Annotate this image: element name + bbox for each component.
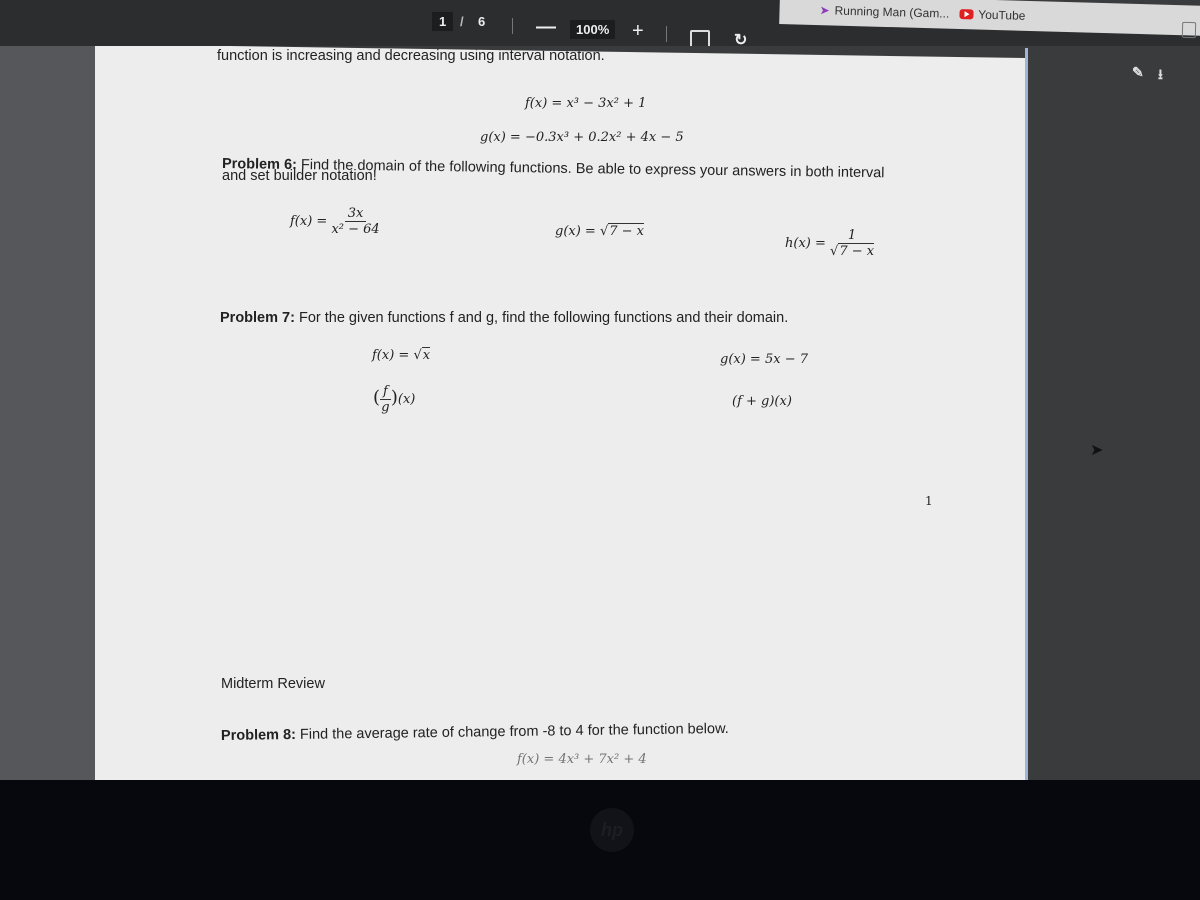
page-edge	[1025, 48, 1028, 788]
quotient-suffix: (x)	[397, 392, 416, 407]
radicand: 7 − x	[838, 243, 875, 259]
fraction-denominator: g	[381, 400, 390, 415]
total-pages: 6	[478, 14, 486, 29]
problem6-g-lhs: g(x) = √	[555, 224, 609, 239]
page-header: Midterm Review	[221, 676, 325, 692]
pdf-page-1: function is increasing and decreasing us…	[95, 44, 1025, 602]
problem5-f-equation: f(x) = x³ − 3x² + 1	[525, 96, 647, 111]
pen-icon[interactable]: ✎	[1132, 64, 1144, 81]
bookmark-label: Running Man (Gam...	[834, 3, 950, 21]
fraction-numerator: 1	[844, 228, 860, 244]
problem6-f-fraction: 3x x² − 64	[331, 206, 379, 237]
bookmark-youtube[interactable]: YouTube	[959, 7, 1026, 23]
problem7-f-lhs: f(x) = √	[372, 348, 422, 363]
problem6-text-line2: and set builder notation!	[222, 168, 377, 184]
radicand: 7 − x	[608, 223, 645, 239]
mouse-cursor-icon: ➤	[1090, 442, 1104, 459]
radicand: x	[421, 347, 431, 363]
fraction-denominator: √7 − x	[830, 243, 875, 259]
problem8-text: Find the average rate of change from -8 …	[295, 720, 729, 743]
zoom-out-button[interactable]: —	[536, 16, 556, 39]
intro-line: function is increasing and decreasing us…	[217, 48, 605, 64]
quotient-fraction: fg	[380, 384, 391, 415]
problem5-g-equation: g(x) = −0.3x³ + 0.2x² + 4x − 5	[480, 130, 684, 145]
problem6-g: g(x) = √7 − x	[555, 223, 645, 239]
problem7-text: For the given functions f and g, find th…	[294, 310, 789, 326]
current-page-input[interactable]: 1	[432, 12, 454, 31]
fraction-numerator: f	[380, 384, 391, 400]
problem6-h: h(x) = 1 √7 − x	[785, 228, 875, 259]
problem8-label: Problem 8:	[220, 726, 297, 744]
problem7-quotient: (f g)(x)	[373, 384, 416, 415]
youtube-icon	[959, 9, 974, 20]
reading-list-icon[interactable]	[1181, 21, 1197, 39]
problem6-text: Find the domain of the following functio…	[296, 157, 885, 182]
bookmark-running-man[interactable]: ➤ Running Man (Gam...	[819, 3, 949, 21]
problem7-g: g(x) = 5x − 7	[720, 352, 808, 367]
page-number: 1	[925, 494, 933, 508]
bookmark-label: YouTube	[978, 7, 1026, 23]
problem6-h-lhs: h(x) =	[785, 236, 826, 251]
problem7-sum: (f + g)(x)	[732, 394, 792, 409]
download-icon[interactable]: ⭳	[1158, 64, 1163, 88]
toolbar-divider	[512, 18, 513, 34]
hp-logo: hp	[590, 808, 634, 852]
problem6-f-lhs: f(x) =	[290, 214, 328, 229]
fit-page-icon[interactable]	[690, 30, 710, 46]
problem6-f: f(x) = 3x x² − 64	[290, 206, 380, 237]
running-man-icon: ➤	[819, 3, 830, 18]
left-panel	[0, 40, 95, 780]
zoom-in-button[interactable]: +	[632, 20, 644, 43]
rotate-icon[interactable]: ↻	[734, 30, 747, 46]
page-separator: /	[460, 14, 464, 29]
pdf-page-2: Midterm Review Problem 8: Find the avera…	[95, 592, 1025, 792]
zoom-level-input[interactable]: 100%	[570, 20, 616, 39]
fraction-denominator: x² − 64	[331, 222, 380, 237]
problem7-label: Problem 7:	[220, 310, 295, 326]
fraction-numerator: 3x	[344, 206, 367, 222]
problem7-prompt: Problem 7: For the given functions f and…	[220, 310, 788, 326]
problem8-prompt: Problem 8: Find the average rate of chan…	[221, 721, 729, 744]
toolbar-divider	[666, 26, 667, 42]
problem7-f: f(x) = √x	[372, 347, 431, 363]
problem6-h-fraction: 1 √7 − x	[830, 228, 875, 259]
problem8-function: f(x) = 4x³ + 7x² + 4	[517, 752, 647, 767]
